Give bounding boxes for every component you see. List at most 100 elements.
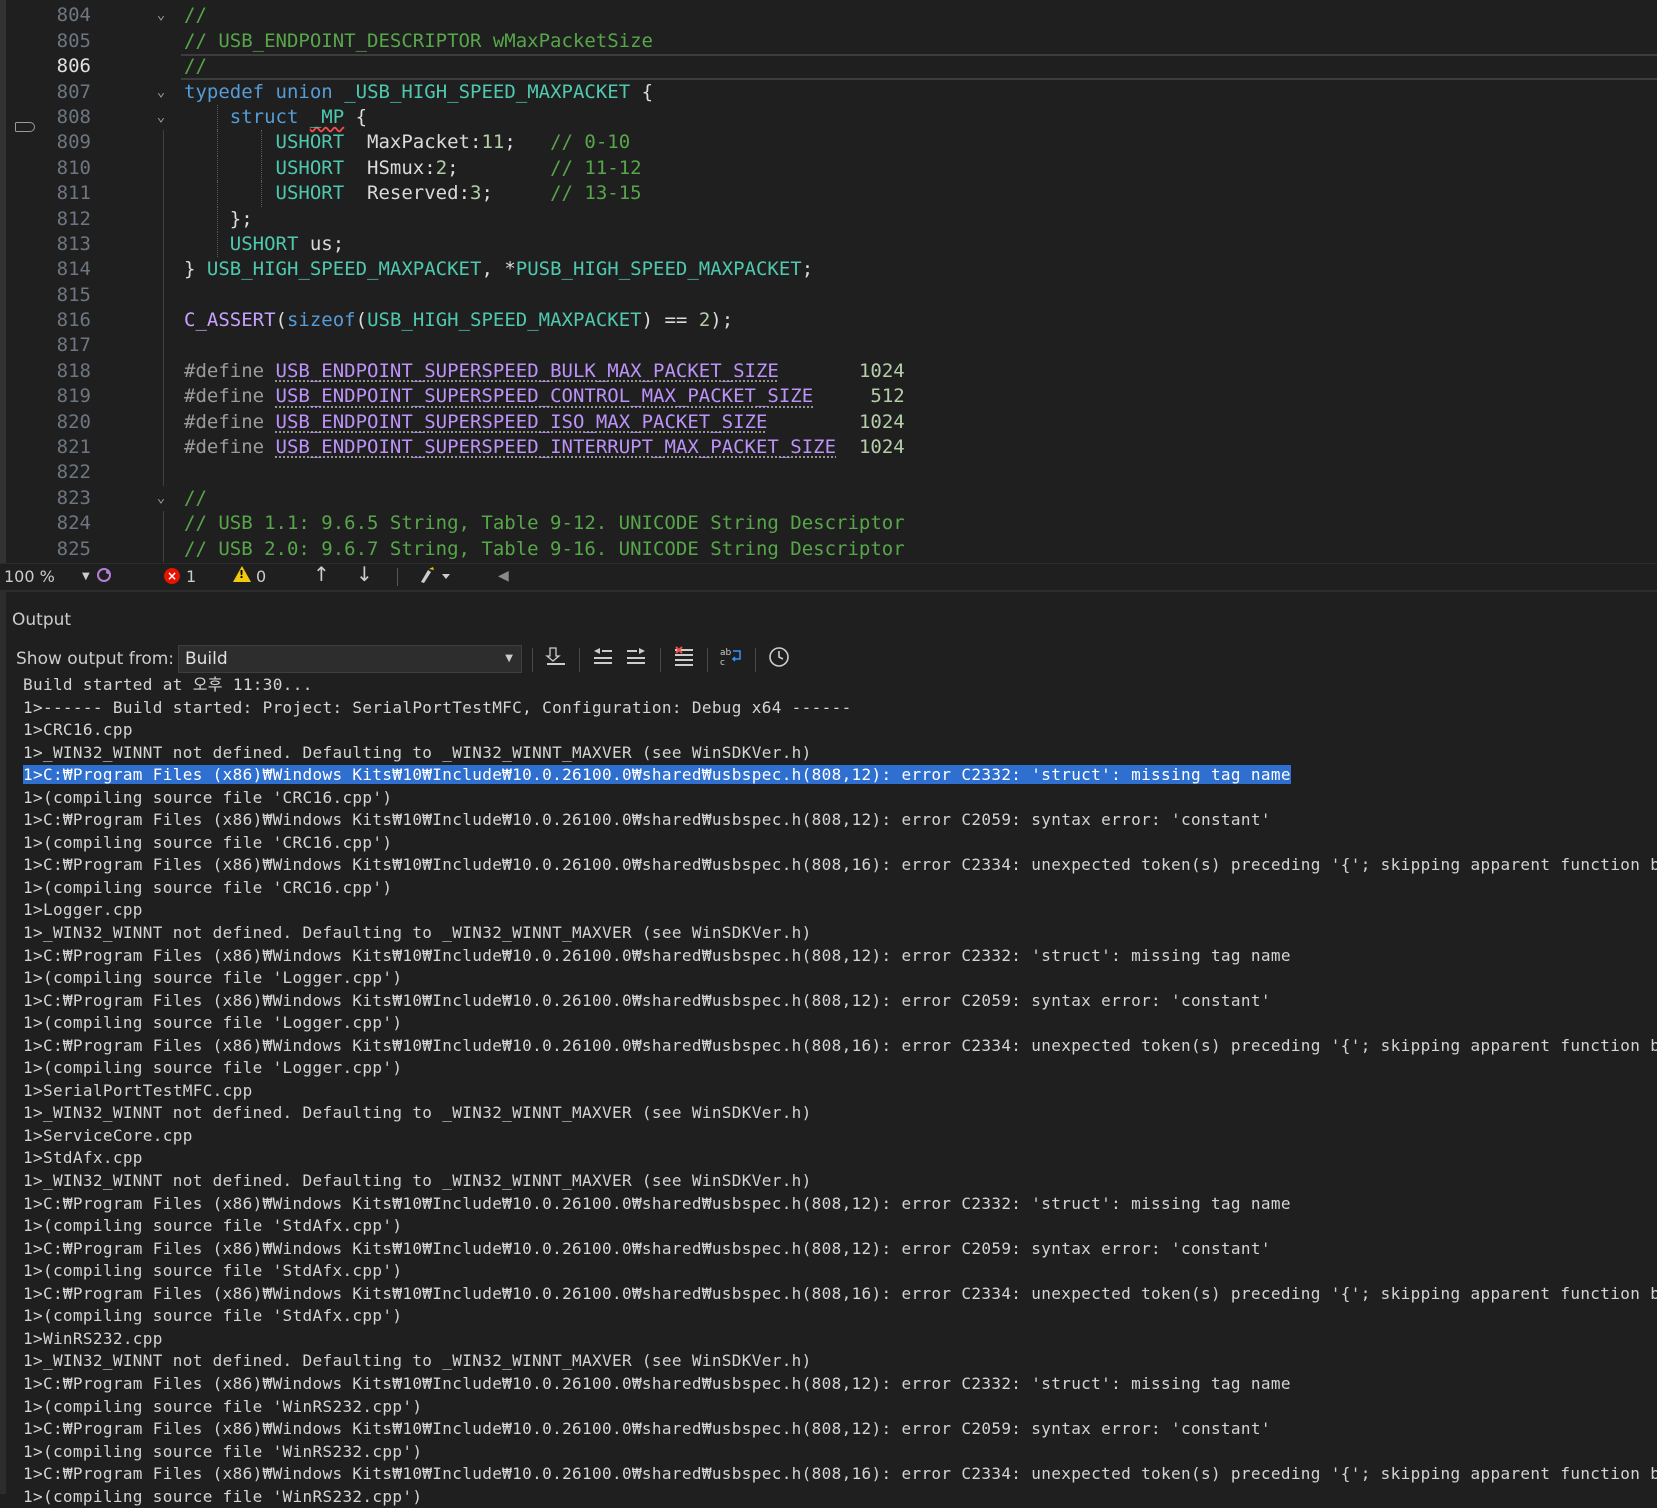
code-text[interactable]: } USB_HIGH_SPEED_MAXPACKET, *PUSB_HIGH_S…	[184, 257, 813, 282]
code-text[interactable]: // USB 1.1: 9.6.5 String, Table 9-12. UN…	[184, 511, 905, 536]
indicator-margin[interactable]	[6, 0, 36, 563]
code-text[interactable]: //	[184, 486, 207, 511]
output-line[interactable]: 1>_WIN32_WINNT not defined. Defaulting t…	[23, 922, 1653, 945]
code-line[interactable]: 821 #define USB_ENDPOINT_SUPERSPEED_INTER…	[36, 435, 1657, 461]
fold-toggle-icon[interactable]: ⌄	[154, 80, 168, 105]
code-cleanup-icon[interactable]	[418, 566, 452, 589]
code-text[interactable]: // USB 2.0: 9.6.7 String, Table 9-16. UN…	[184, 537, 905, 562]
code-text[interactable]: USHORT us;	[184, 232, 344, 257]
output-line[interactable]: 1>_WIN32_WINNT not defined. Defaulting t…	[23, 1102, 1653, 1125]
code-line[interactable]: 819 #define USB_ENDPOINT_SUPERSPEED_CONTR…	[36, 384, 1657, 410]
code-line[interactable]: 814} USB_HIGH_SPEED_MAXPACKET, *PUSB_HIG…	[36, 257, 1657, 283]
go-to-next-message-icon[interactable]	[622, 646, 650, 672]
code-line[interactable]: 804 ⌄ //	[36, 3, 1657, 28]
find-message-icon[interactable]	[542, 646, 570, 672]
output-line[interactable]: 1>ServiceCore.cpp	[23, 1125, 1653, 1148]
code-text[interactable]: //	[184, 3, 207, 28]
output-line[interactable]: 1>C:₩Program Files (x86)₩Windows Kits₩10…	[23, 1463, 1657, 1486]
output-line[interactable]: 1>StdAfx.cpp	[23, 1147, 1653, 1170]
code-text[interactable]: #define USB_ENDPOINT_SUPERSPEED_INTERRUP…	[184, 435, 905, 460]
output-line[interactable]: 1>SerialPortTestMFC.cpp	[23, 1080, 1653, 1103]
code-editor[interactable]: 803804⌄//805// USB_ENDPOINT_DESCRIPTOR w…	[0, 0, 1657, 563]
output-line[interactable]: 1>C:₩Program Files (x86)₩Windows Kits₩10…	[23, 990, 1653, 1013]
code-line[interactable]: 809 USHORT MaxPacket:11; // 0-10	[36, 130, 1657, 156]
output-line[interactable]: 1>(compiling source file 'Logger.cpp')	[23, 1012, 1653, 1035]
arrow-down-icon[interactable]: ↓	[356, 564, 373, 584]
code-line[interactable]: 810 USHORT HSmux:2; // 11-12	[36, 155, 1657, 182]
show-timestamps-icon[interactable]	[765, 646, 793, 672]
output-line[interactable]: 1>(compiling source file 'StdAfx.cpp')	[23, 1305, 1653, 1328]
toggle-word-wrap-icon[interactable]: ab c	[717, 646, 745, 672]
output-line[interactable]: Build started at 오후 11:30...	[23, 674, 1653, 697]
output-source-select[interactable]: Build ▼	[178, 645, 522, 673]
code-text[interactable]: #define USB_ENDPOINT_SUPERSPEED_CONTROL_…	[184, 384, 905, 409]
copilot-icon[interactable]	[96, 566, 114, 589]
code-line[interactable]: 806 //	[36, 54, 1657, 80]
output-line[interactable]: 1>Logger.cpp	[23, 899, 1653, 922]
error-icon[interactable]: ×	[164, 568, 180, 584]
warning-icon[interactable]: !	[233, 566, 251, 582]
output-line[interactable]: 1>------ Build started: Project: SerialP…	[23, 697, 1653, 720]
output-line[interactable]: 1>C:₩Program Files (x86)₩Windows Kits₩10…	[23, 1238, 1653, 1261]
output-line[interactable]: 1>(compiling source file 'WinRS232.cpp')	[23, 1441, 1653, 1464]
output-line[interactable]: 1>_WIN32_WINNT not defined. Defaulting t…	[23, 1170, 1653, 1193]
output-line[interactable]: 1>(compiling source file 'CRC16.cpp')	[23, 877, 1653, 900]
output-line[interactable]: 1>C:₩Program Files (x86)₩Windows Kits₩10…	[23, 1418, 1653, 1441]
output-line[interactable]: 1>(compiling source file 'Logger.cpp')	[23, 967, 1653, 990]
output-line[interactable]: 1>C:₩Program Files (x86)₩Windows Kits₩10…	[23, 854, 1657, 877]
scroll-left-icon[interactable]: ◀	[498, 566, 509, 586]
output-line[interactable]: 1>C:₩Program Files (x86)₩Windows Kits₩10…	[23, 1193, 1653, 1216]
code-text[interactable]: USHORT MaxPacket:11; // 0-10	[184, 130, 631, 155]
error-count[interactable]: 1	[186, 567, 196, 587]
code-line[interactable]: 820 #define USB_ENDPOINT_SUPERSPEED_ISO_M…	[36, 409, 1657, 436]
output-line[interactable]: 1>(compiling source file 'WinRS232.cpp')	[23, 1486, 1653, 1508]
code-line[interactable]: 823 ⌄ //	[36, 486, 1657, 511]
output-line[interactable]: 1>(compiling source file 'WinRS232.cpp')	[23, 1396, 1653, 1419]
output-line[interactable]: 1>(compiling source file 'StdAfx.cpp')	[23, 1215, 1653, 1238]
code-text[interactable]: #define USB_ENDPOINT_SUPERSPEED_ISO_MAX_…	[184, 410, 905, 435]
code-text[interactable]: };	[184, 207, 253, 232]
code-line[interactable]: 818 #define USB_ENDPOINT_SUPERSPEED_BULK_…	[36, 358, 1657, 385]
code-text[interactable]: USHORT Reserved:3; // 13-15	[184, 181, 642, 206]
fold-toggle-icon[interactable]: ⌄	[154, 486, 168, 511]
code-line[interactable]: 811 USHORT Reserved:3; // 13-15	[36, 181, 1657, 207]
output-line[interactable]: 1>_WIN32_WINNT not defined. Defaulting t…	[23, 742, 1653, 765]
code-line[interactable]: 815	[36, 282, 1657, 309]
code-line[interactable]: 825 // USB 2.0: 9.6.7 String, Table 9-16.…	[36, 536, 1657, 562]
output-line[interactable]: 1>(compiling source file 'CRC16.cpp')	[23, 787, 1653, 810]
output-line[interactable]: 1>C:₩Program Files (x86)₩Windows Kits₩10…	[23, 1283, 1657, 1306]
output-line[interactable]: 1>C:₩Program Files (x86)₩Windows Kits₩10…	[23, 809, 1653, 832]
output-text[interactable]: Build started at 오후 11:30... 1>------ Bui…	[23, 674, 1657, 1508]
code-text[interactable]: C_ASSERT(sizeof(USB_HIGH_SPEED_MAXPACKET…	[184, 308, 733, 333]
output-line[interactable]: 1>(compiling source file 'Logger.cpp')	[23, 1057, 1653, 1080]
output-line[interactable]: 1>C:₩Program Files (x86)₩Windows Kits₩10…	[23, 1035, 1657, 1058]
clear-all-icon[interactable]	[670, 646, 698, 672]
zoom-dropdown[interactable]: 100 % ▼	[4, 567, 92, 587]
fold-toggle-icon[interactable]: ⌄	[154, 105, 168, 130]
code-text[interactable]: #define USB_ENDPOINT_SUPERSPEED_BULK_MAX…	[184, 359, 905, 384]
code-text[interactable]: //	[184, 54, 207, 79]
code-line[interactable]: 817	[36, 333, 1657, 359]
code-line[interactable]: 807 ⌄ typedef union _USB_HIGH_SPEED_MAXPAC…	[36, 80, 1657, 105]
code-text[interactable]: // USB_ENDPOINT_DESCRIPTOR wMaxPacketSiz…	[184, 29, 653, 54]
warning-count[interactable]: 0	[256, 567, 266, 587]
code-line[interactable]: 822	[36, 460, 1657, 486]
code-text[interactable]: typedef union _USB_HIGH_SPEED_MAXPACKET …	[184, 80, 653, 105]
code-line[interactable]: 816 C_ASSERT(sizeof(USB_HIGH_SPEED_MAXPAC…	[36, 308, 1657, 334]
code-lines[interactable]: 803804⌄//805// USB_ENDPOINT_DESCRIPTOR w…	[36, 0, 1657, 562]
code-line[interactable]: 805 // USB_ENDPOINT_DESCRIPTOR wMaxPacket…	[36, 29, 1657, 54]
code-text[interactable]: USHORT HSmux:2; // 11-12	[184, 156, 642, 181]
code-line[interactable]: 808 ⌄ struct _MP {	[36, 104, 1657, 131]
code-line[interactable]: 824 // USB 1.1: 9.6.5 String, Table 9-12.…	[36, 511, 1657, 537]
breakpoint-bookmark-icon[interactable]	[15, 122, 35, 132]
fold-toggle-icon[interactable]: ⌄	[154, 3, 168, 28]
output-line[interactable]: 1>(compiling source file 'StdAfx.cpp')	[23, 1260, 1653, 1283]
output-line[interactable]: 1>WinRS232.cpp	[23, 1328, 1653, 1351]
code-line[interactable]: 812 };	[36, 206, 1657, 232]
output-line-selected[interactable]: 1>C:₩Program Files (x86)₩Windows Kits₩10…	[23, 764, 1653, 787]
output-line[interactable]: 1>C:₩Program Files (x86)₩Windows Kits₩10…	[23, 945, 1653, 968]
output-line[interactable]: 1>C:₩Program Files (x86)₩Windows Kits₩10…	[23, 1373, 1653, 1396]
output-line[interactable]: 1>_WIN32_WINNT not defined. Defaulting t…	[23, 1350, 1653, 1373]
arrow-up-icon[interactable]: ↑	[313, 564, 330, 584]
go-to-previous-message-icon[interactable]	[589, 646, 617, 672]
